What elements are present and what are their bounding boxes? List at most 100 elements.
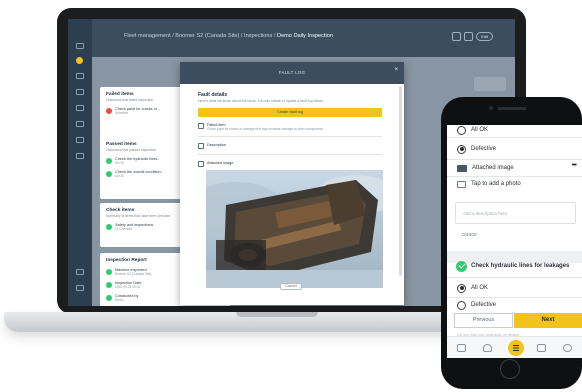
report-value: 2020-09-25 09:34 bbox=[115, 285, 141, 289]
product-mockup: Fleet management / Boomer S2 (Canada Sit… bbox=[0, 0, 582, 392]
option-all-ok[interactable]: All OK bbox=[457, 281, 582, 295]
option-defective[interactable]: Defective bbox=[457, 142, 582, 156]
laptop-notch bbox=[236, 312, 318, 317]
documents-icon[interactable] bbox=[76, 121, 84, 127]
report-value: Demo bbox=[115, 298, 124, 302]
divider bbox=[447, 297, 582, 298]
radio-selected-icon bbox=[457, 144, 466, 154]
option-label: Defective bbox=[471, 302, 497, 308]
help-icon[interactable] bbox=[76, 285, 84, 291]
settings-icon[interactable] bbox=[76, 269, 84, 275]
notifications-tab-icon[interactable] bbox=[483, 344, 492, 352]
option-label: All OK bbox=[471, 285, 489, 291]
modal-header: FAULT LOG × bbox=[180, 62, 404, 84]
ok-status-icon bbox=[106, 171, 112, 177]
attached-image-row[interactable]: Attached image bbox=[457, 161, 582, 175]
report-value: Boomer S2 (Canada Site) bbox=[115, 272, 152, 276]
description-icon bbox=[198, 143, 204, 149]
close-icon[interactable]: × bbox=[394, 67, 398, 73]
phone-home-button[interactable] bbox=[500, 359, 520, 379]
add-photo-row[interactable]: Tap to add a photo bbox=[457, 178, 582, 190]
next-button[interactable]: Next bbox=[514, 313, 582, 328]
divider bbox=[447, 159, 582, 160]
description-input[interactable]: Add a description here. bbox=[455, 202, 576, 224]
failed-item-detail: Check paint for cracks or damage that ma… bbox=[207, 127, 324, 131]
machine-icon bbox=[106, 269, 112, 275]
fleet-tab-icon[interactable] bbox=[563, 344, 572, 352]
edit-button[interactable]: Edit bbox=[476, 32, 493, 41]
row-status: 12 Checked bbox=[115, 227, 133, 231]
phone-screen: All OK Defective Attached image ••• Tap … bbox=[447, 125, 582, 358]
app-topbar: Fleet management / Boomer S2 (Canada Sit… bbox=[92, 19, 515, 57]
breadcrumb: Fleet management / Boomer S2 (Canada Sit… bbox=[124, 33, 333, 39]
fault-details-title: Fault details bbox=[198, 92, 228, 98]
warning-icon[interactable] bbox=[76, 153, 84, 159]
dashboard-tab-icon[interactable] bbox=[457, 344, 466, 352]
panel-placeholder bbox=[474, 77, 506, 91]
print-icon[interactable] bbox=[464, 32, 474, 41]
character-count: 0/4000 bbox=[462, 233, 477, 238]
attached-image-section: Attached image bbox=[198, 161, 382, 167]
breadcrumb-current: Demo Daily Inspection bbox=[276, 33, 333, 39]
fault-details-subtitle: Here's what we know about the issue. You… bbox=[198, 99, 324, 103]
ok-status-icon bbox=[106, 224, 112, 230]
download-icon[interactable] bbox=[452, 32, 462, 41]
divider bbox=[198, 154, 382, 155]
option-defective-2[interactable]: Defective bbox=[457, 299, 582, 311]
reports-icon[interactable] bbox=[76, 105, 84, 111]
divider bbox=[447, 176, 582, 177]
option-label: All OK bbox=[471, 127, 489, 133]
fail-status-icon bbox=[106, 108, 112, 114]
rusty-component-image bbox=[206, 170, 383, 288]
fault-log-modal: FAULT LOG × Fault details Here's what we… bbox=[180, 62, 404, 305]
fleet-icon[interactable] bbox=[76, 73, 84, 79]
breadcrumb-path[interactable]: Fleet management / Boomer S2 (Canada Sit… bbox=[124, 33, 277, 39]
create-fault-log-button[interactable]: Create fault log bbox=[198, 108, 382, 117]
row-status: All OK bbox=[115, 161, 125, 165]
menu-tab-icon[interactable] bbox=[508, 340, 524, 356]
check-passed-icon bbox=[456, 260, 467, 272]
app-sidebar bbox=[68, 19, 92, 306]
calendar-icon bbox=[106, 282, 112, 288]
camera-icon bbox=[457, 180, 466, 188]
home-icon[interactable] bbox=[76, 57, 83, 64]
failed-item-icon bbox=[198, 123, 204, 129]
radio-selected-icon bbox=[457, 283, 466, 293]
modal-scrollbar[interactable] bbox=[399, 86, 402, 276]
add-photo-label: Tap to add a photo bbox=[471, 181, 521, 187]
option-all-ok-top[interactable]: All OK bbox=[457, 125, 582, 135]
divider bbox=[198, 136, 382, 137]
previous-button[interactable]: Previous bbox=[454, 313, 513, 328]
divider bbox=[447, 277, 582, 278]
inspections-icon[interactable] bbox=[76, 89, 84, 95]
check-item-header: Check hydraulic lines for leakages bbox=[456, 258, 582, 274]
option-label: Defective bbox=[471, 146, 497, 152]
modal-title: FAULT LOG bbox=[278, 70, 306, 75]
alerts-icon[interactable] bbox=[76, 137, 84, 143]
image-thumbnail bbox=[457, 164, 467, 172]
failed-item-section: Failed item Check paint for cracks or dam… bbox=[198, 123, 382, 131]
attached-machine-photo bbox=[206, 170, 383, 288]
radio-icon bbox=[457, 125, 466, 135]
topbar-actions: Edit bbox=[452, 32, 493, 41]
divider bbox=[447, 137, 582, 138]
row-status: Defective bbox=[115, 111, 129, 115]
bottom-tab-bar bbox=[447, 336, 582, 358]
menu-icon[interactable] bbox=[76, 43, 84, 49]
messages-tab-icon[interactable] bbox=[537, 344, 546, 352]
more-options-icon[interactable]: ••• bbox=[572, 162, 577, 169]
radio-icon bbox=[457, 300, 466, 310]
attached-image-label: Attached image bbox=[472, 165, 514, 171]
modal-body: Fault details Here's what we know about … bbox=[198, 92, 382, 167]
description-section[interactable]: Description bbox=[198, 143, 382, 149]
check-item-title: Check hydraulic lines for leakages bbox=[471, 263, 570, 269]
cancel-button[interactable]: Cancel bbox=[280, 283, 302, 290]
attached-image-label: Attached image bbox=[207, 161, 234, 165]
row-status: All OK bbox=[115, 174, 125, 178]
description-label: Description bbox=[207, 143, 226, 147]
image-icon bbox=[198, 161, 204, 167]
ok-status-icon bbox=[106, 158, 112, 164]
phone-camera bbox=[489, 106, 493, 110]
nav-buttons: Previous Next bbox=[454, 313, 582, 328]
user-icon bbox=[106, 295, 112, 301]
